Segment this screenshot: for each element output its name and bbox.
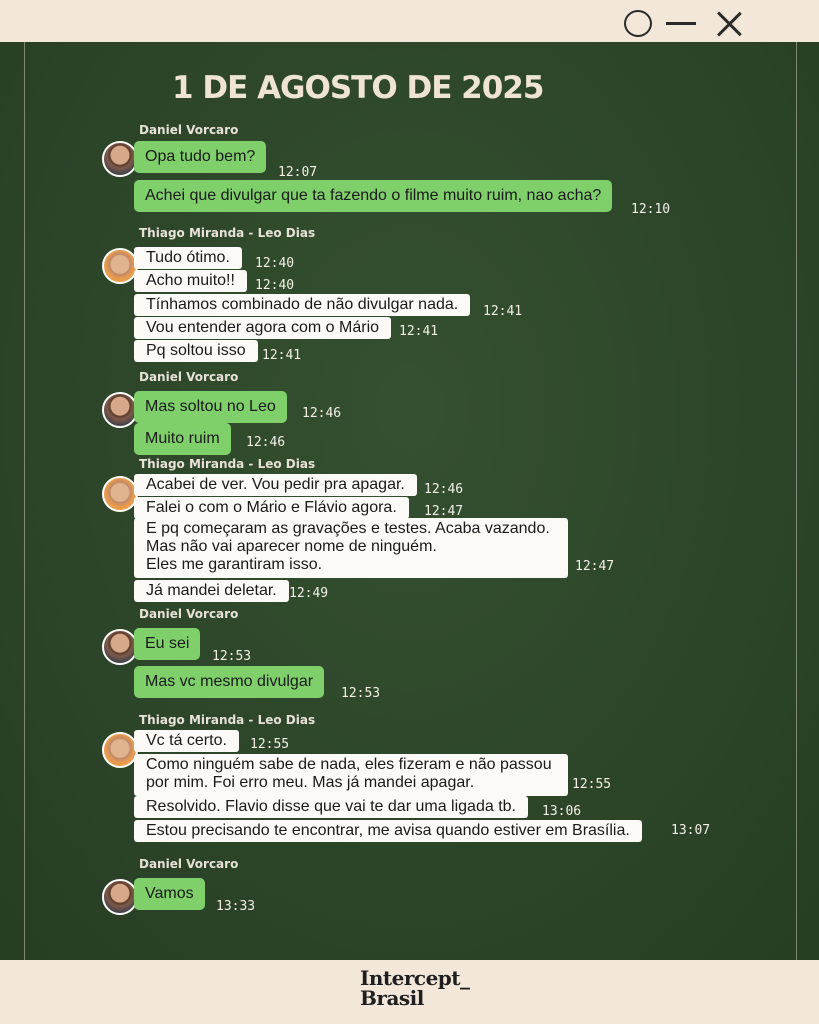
message-bubble: Resolvido. Flavio disse que vai te dar u… [134,796,528,818]
message-time: 12:41 [483,304,523,319]
message-bubble: Como ninguém sabe de nada, eles fizeram … [134,754,568,796]
message-bubble: Vc tá certo. [134,730,239,752]
message-time: 12:46 [302,406,342,421]
sender-name: Thiago Miranda - Leo Dias [139,457,316,471]
message-time: 12:55 [572,777,612,792]
message-time: 12:49 [289,586,329,601]
message-time: 12:07 [278,165,318,180]
message-time: 12:41 [262,348,302,363]
message-time: 12:47 [575,559,615,574]
message-bubble: Achei que divulgar que ta fazendo o film… [134,180,613,212]
message-bubble: Estou precisando te encontrar, me avisa … [134,820,642,842]
message-time: 12:46 [246,435,286,450]
message-bubble: Já mandei deletar. [134,580,289,602]
message-time: 13:06 [542,804,582,819]
message-bubble: Tudo ótimo. [134,247,242,269]
maximize-circle-icon[interactable] [624,10,652,37]
message-bubble: Acabei de ver. Vou pedir pra apagar. [134,474,417,496]
intercept-brasil-logo: Intercept_ Brasil [360,968,470,1008]
chat-panel: 1 DE AGOSTO DE 2025 Daniel Vorcaro Opa t… [0,42,819,960]
message-time: 13:07 [671,823,711,838]
message-bubble: Opa tudo bem? [134,141,267,173]
message-time: 12:40 [255,256,295,271]
message-line: E pq começaram as gravações e testes. Ac… [146,520,550,537]
message-time: 13:33 [216,899,256,914]
sender-name: Daniel Vorcaro [139,123,239,137]
avatar-daniel-vorcaro [102,141,138,177]
sender-name: Thiago Miranda - Leo Dias [139,226,316,240]
message-bubble: E pq começaram as gravações e testes. Ac… [134,518,568,578]
message-bubble: Mas vc mesmo divulgar [134,666,325,698]
logo-line-2: Brasil [360,986,424,1010]
message-line: Eles me garantiram isso. [146,556,323,573]
message-time: 12:47 [424,504,464,519]
avatar-daniel-vorcaro [102,629,138,665]
avatar-thiago-miranda [102,732,138,768]
message-time: 12:53 [341,686,381,701]
message-bubble: Muito ruim [134,423,231,455]
sender-name: Daniel Vorcaro [139,370,239,384]
message-time: 12:40 [255,278,295,293]
message-bubble: Eu sei [134,628,201,660]
window-titlebar [0,0,819,42]
minimize-icon[interactable] [666,22,696,25]
message-line: Como ninguém sabe de nada, eles fizeram … [146,756,552,773]
message-bubble: Acho muito!! [134,270,247,292]
sender-name: Daniel Vorcaro [139,857,239,871]
close-icon[interactable] [716,11,742,37]
message-bubble: Falei o com o Mário e Flávio agora. [134,497,409,519]
message-bubble: Mas soltou no Leo [134,391,287,423]
message-line: por mim. Foi erro meu. Mas já mandei apa… [146,774,475,791]
message-time: 12:46 [424,482,464,497]
border-line-right [796,42,797,960]
message-bubble: Pq soltou isso [134,340,258,362]
sender-name: Thiago Miranda - Leo Dias [139,713,316,727]
message-time: 12:55 [250,737,290,752]
avatar-thiago-miranda [102,476,138,512]
border-line-left [24,42,25,960]
message-time: 12:53 [212,649,252,664]
message-bubble: Vamos [134,878,205,910]
message-time: 12:41 [399,324,439,339]
avatar-thiago-miranda [102,248,138,284]
date-header: 1 DE AGOSTO DE 2025 [172,70,544,106]
sender-name: Daniel Vorcaro [139,607,239,621]
avatar-daniel-vorcaro [102,392,138,428]
logo-line-1: Intercept_ [360,966,470,990]
message-bubble: Tínhamos combinado de não divulgar nada. [134,294,471,316]
message-time: 12:10 [631,202,671,217]
message-bubble: Vou entender agora com o Mário [134,317,392,339]
avatar-daniel-vorcaro [102,879,138,915]
message-line: Mas não vai aparecer nome de ninguém. [146,538,437,555]
